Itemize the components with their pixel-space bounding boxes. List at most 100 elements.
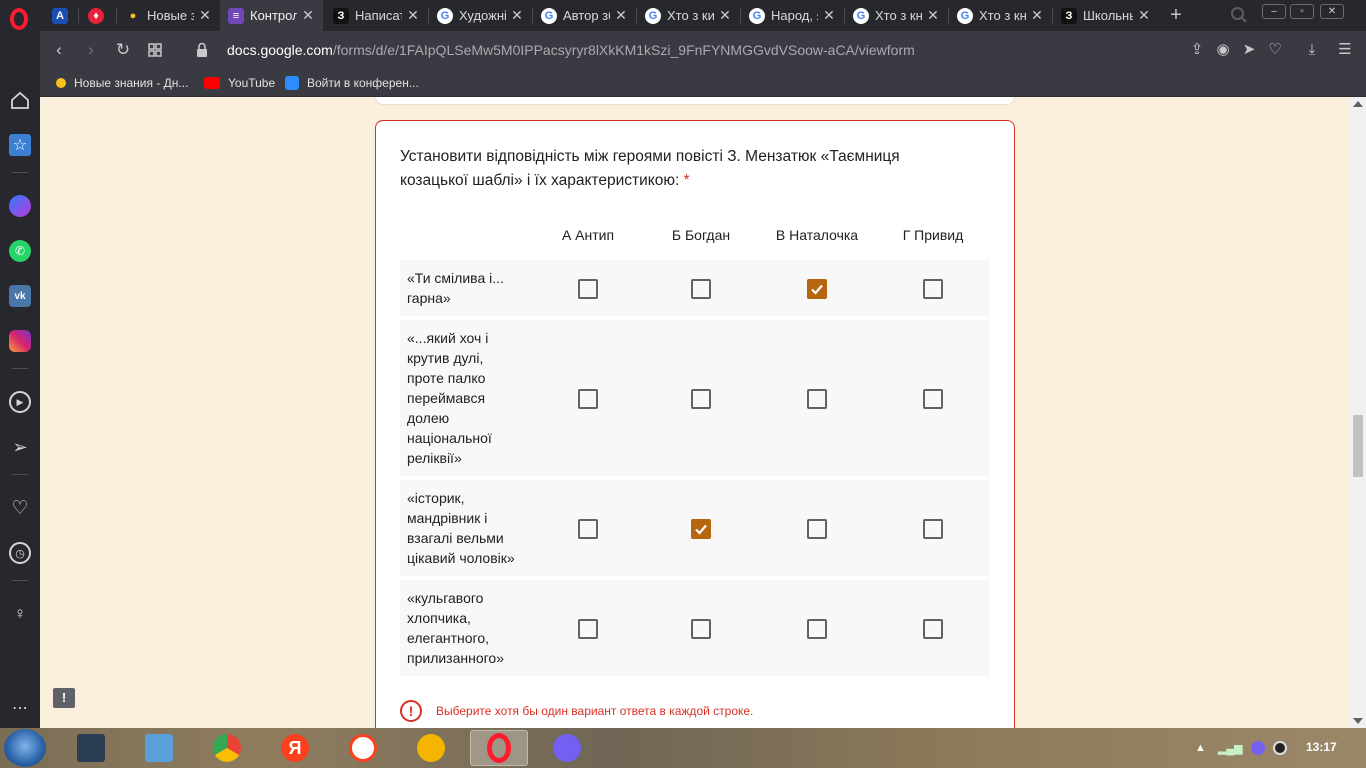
google-icon: G [957, 7, 973, 24]
lock-icon[interactable] [196, 42, 208, 58]
new-tab-button[interactable]: + [1166, 5, 1186, 25]
close-icon[interactable]: ✕ [301, 7, 315, 24]
bookmark-novye-znaniya[interactable]: Новые знания - Дн... [56, 75, 188, 91]
row-label: «історик, мандрівник і взагалі вельми ці… [407, 490, 515, 566]
heart-icon[interactable]: ♡ [1266, 41, 1284, 59]
youtube-icon [204, 77, 220, 89]
taskbar-app-kmplayer[interactable] [130, 730, 188, 766]
scrollbar[interactable] [1350, 97, 1366, 728]
clock[interactable]: 13:17 [1306, 740, 1337, 754]
bookmarks-heart-icon[interactable]: ♡ [9, 497, 31, 519]
bookmark-youtube[interactable]: YouTube [204, 75, 275, 91]
google-icon: G [749, 7, 765, 24]
url-field[interactable]: docs.google.com/forms/d/e/1FAIpQLSeMw5M0… [227, 42, 915, 58]
checkbox-row4-bohdan[interactable] [691, 619, 711, 639]
start-button[interactable] [4, 729, 46, 767]
scroll-down-arrow[interactable] [1353, 718, 1363, 724]
close-icon[interactable]: ✕ [1137, 7, 1151, 24]
close-icon[interactable]: ✕ [822, 7, 836, 24]
reload-icon[interactable]: ↻ [114, 41, 132, 59]
speed-dial-icon[interactable]: ☆ [9, 134, 31, 156]
checkbox-row1-bohdan[interactable] [691, 279, 711, 299]
taskbar-app-yandex[interactable]: Я [266, 730, 324, 766]
column-header-bohdan: Б Богдан [671, 227, 731, 243]
tab-9[interactable]: G Хто з кня ✕ [845, 0, 948, 31]
opera-menu-icon[interactable] [6, 6, 32, 32]
close-icon[interactable]: ✕ [510, 7, 524, 24]
close-icon[interactable]: ✕ [718, 7, 732, 24]
tray-expand-icon[interactable]: ▲ [1195, 742, 1206, 754]
checkbox-row3-antyp[interactable] [578, 519, 598, 539]
checkbox-row1-antyp[interactable] [578, 279, 598, 299]
history-icon[interactable]: ◷ [9, 542, 31, 564]
checkmark-icon [811, 284, 823, 295]
tab-5[interactable]: G Художній ✕ [429, 0, 532, 31]
checkbox-row2-antyp[interactable] [578, 389, 598, 409]
send-icon[interactable]: ➤ [1240, 41, 1258, 59]
tray-app-icon[interactable] [1272, 741, 1287, 755]
close-icon[interactable]: ✕ [614, 7, 628, 24]
close-icon[interactable]: ✕ [1030, 7, 1044, 24]
checkbox-row3-pryvyd[interactable] [923, 519, 943, 539]
opera-icon [487, 733, 511, 763]
tabs-grid-icon[interactable] [146, 41, 164, 59]
tab-8[interactable]: G Народ, як ✕ [741, 0, 844, 31]
bookmark-zoom[interactable]: Войти в конферен... [285, 75, 419, 91]
messenger-icon[interactable] [9, 195, 31, 217]
checkbox-row4-pryvyd[interactable] [923, 619, 943, 639]
checkbox-row1-natalochka[interactable] [807, 279, 827, 299]
close-icon[interactable]: ✕ [406, 7, 420, 24]
instagram-icon[interactable] [9, 330, 31, 352]
camera-icon[interactable]: ◉ [1214, 41, 1232, 59]
checkbox-row2-pryvyd[interactable] [923, 389, 943, 409]
vk-icon[interactable]: vk [9, 285, 31, 307]
tab-0[interactable]: A [44, 0, 76, 31]
close-window-button[interactable]: ✕ [1320, 4, 1344, 19]
close-icon[interactable]: ✕ [926, 7, 940, 24]
checkbox-row3-natalochka[interactable] [807, 519, 827, 539]
maximize-button[interactable]: ▫ [1290, 4, 1314, 19]
row-label: «...який хоч і крутив дулі, проте палко … [407, 330, 492, 466]
lightbulb-icon[interactable]: ♀ [9, 603, 31, 625]
checkbox-row4-natalochka[interactable] [807, 619, 827, 639]
checkbox-row1-pryvyd[interactable] [923, 279, 943, 299]
menu-icon[interactable]: ☰ [1336, 41, 1354, 59]
taskbar-app-viber[interactable] [538, 730, 596, 766]
tab-10[interactable]: G Хто з кня ✕ [949, 0, 1052, 31]
taskbar-app-chrome[interactable] [198, 730, 256, 766]
checkbox-row4-antyp[interactable] [578, 619, 598, 639]
home-icon[interactable] [9, 89, 31, 111]
share-icon[interactable]: ⇪ [1188, 41, 1206, 59]
tab-6[interactable]: G Автор зб ✕ [533, 0, 636, 31]
report-feedback-icon[interactable]: ! [53, 688, 75, 708]
tab-4[interactable]: З Написать ✕ [325, 0, 428, 31]
bulb-icon: ● [129, 9, 137, 22]
tab-11[interactable]: З Школьны ✕ [1053, 0, 1159, 31]
tab-7[interactable]: G Хто з киї ✕ [637, 0, 740, 31]
player-icon[interactable]: ▶ [9, 391, 31, 413]
minimize-button[interactable]: – [1262, 4, 1286, 19]
whatsapp-icon[interactable]: ✆ [9, 240, 31, 262]
taskbar-app-yandex-browser[interactable] [334, 730, 392, 766]
forward-icon[interactable]: › [82, 41, 100, 59]
tab-1[interactable]: ♦ [80, 0, 114, 31]
scroll-up-arrow[interactable] [1353, 101, 1363, 107]
back-icon[interactable]: ‹ [50, 41, 68, 59]
more-icon[interactable]: ⋯ [9, 697, 31, 719]
taskbar-app-opera[interactable] [470, 730, 528, 766]
close-icon[interactable]: ✕ [198, 7, 212, 24]
tab-3[interactable]: ≡ Контроль ✕ [220, 0, 323, 31]
search-tabs-icon[interactable] [1230, 6, 1248, 24]
taskbar-app-video[interactable] [62, 730, 120, 766]
error-icon: ! [400, 700, 422, 722]
scroll-thumb[interactable] [1353, 415, 1363, 477]
network-signal-icon[interactable]: ▂▄▆ [1218, 742, 1243, 755]
checkbox-row2-bohdan[interactable] [691, 389, 711, 409]
viber-tray-icon[interactable] [1250, 741, 1265, 755]
download-icon[interactable]: ⤓ [1303, 41, 1321, 59]
checkbox-row2-natalochka[interactable] [807, 389, 827, 409]
tab-2[interactable]: ● Новые зн ✕ [117, 0, 220, 31]
taskbar-app-vpn[interactable] [402, 730, 460, 766]
checkbox-row3-bohdan[interactable] [691, 519, 711, 539]
flow-icon[interactable]: ➢ [9, 436, 31, 458]
